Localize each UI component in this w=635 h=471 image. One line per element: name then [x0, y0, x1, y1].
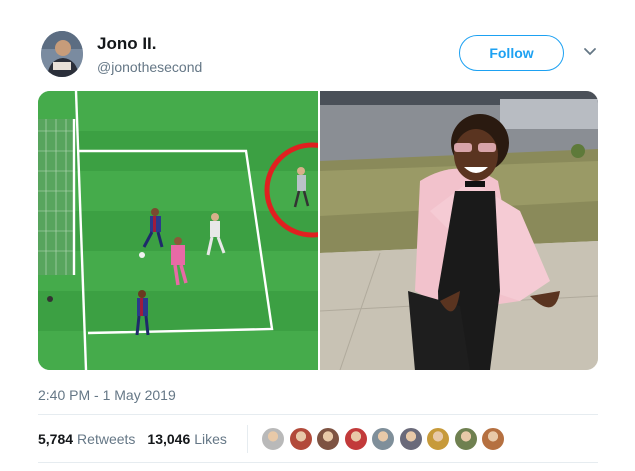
- tweet-media[interactable]: [38, 91, 598, 370]
- follow-button[interactable]: Follow: [459, 35, 564, 71]
- liker-avatar[interactable]: [371, 427, 396, 451]
- retweets-count[interactable]: 5,784: [38, 431, 73, 447]
- author-avatar[interactable]: [41, 31, 83, 77]
- liker-avatar[interactable]: [261, 427, 286, 451]
- liker-avatar[interactable]: [398, 427, 423, 451]
- divider-bottom: [38, 462, 598, 463]
- likes-count[interactable]: 13,046: [147, 431, 190, 447]
- divider-top: [38, 414, 598, 415]
- author-handle[interactable]: @jonothesecond: [97, 59, 202, 75]
- likes-label[interactable]: Likes: [194, 431, 227, 447]
- tweet-timestamp[interactable]: 2:40 PM - 1 May 2019: [38, 387, 176, 403]
- liker-avatar[interactable]: [288, 427, 313, 451]
- liker-avatar[interactable]: [316, 427, 341, 451]
- chevron-down-icon[interactable]: [581, 43, 599, 61]
- meme-photo[interactable]: [319, 91, 598, 370]
- liker-avatar[interactable]: [453, 427, 478, 451]
- retweets-label[interactable]: Retweets: [77, 431, 135, 447]
- stats-separator: [246, 425, 248, 453]
- liker-avatar[interactable]: [343, 427, 368, 451]
- liker-avatar[interactable]: [481, 427, 506, 451]
- liker-avatar[interactable]: [426, 427, 451, 451]
- tweet-stats: 5,784 Retweets 13,046 Likes: [38, 425, 506, 453]
- liker-avatars: [258, 427, 506, 451]
- author-name[interactable]: Jono II.: [97, 34, 157, 54]
- football-photo[interactable]: [38, 91, 360, 370]
- tweet-header: Jono II. @jonothesecond Follow: [41, 31, 601, 83]
